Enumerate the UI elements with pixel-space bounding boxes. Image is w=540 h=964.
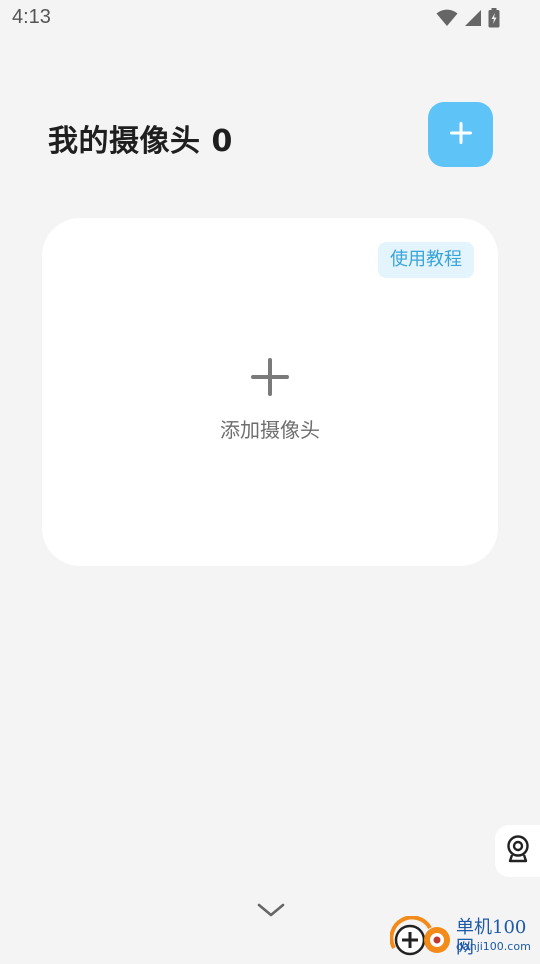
add-camera-area[interactable]: 添加摄像头 [42, 358, 498, 443]
watermark-logo: 单机100网 danji100.com [389, 915, 540, 960]
plus-icon [449, 121, 472, 148]
cellular-signal-icon [464, 9, 482, 27]
status-time: 4:13 [12, 6, 51, 28]
battery-charging-icon [488, 8, 500, 28]
status-icons [436, 8, 500, 28]
wifi-icon [436, 9, 458, 27]
tutorial-button[interactable]: 使用教程 [378, 242, 474, 278]
camera-icon [505, 835, 531, 867]
side-camera-button[interactable] [495, 825, 540, 877]
plus-icon [251, 358, 289, 400]
add-camera-button[interactable] [428, 102, 493, 167]
page-title: 我的摄像头 0 [48, 124, 233, 159]
watermark-url: danji100.com [456, 940, 531, 953]
camera-card: 使用教程 添加摄像头 [42, 218, 498, 566]
chevron-down-icon[interactable] [256, 900, 286, 920]
status-bar: 4:13 [0, 0, 540, 36]
add-camera-label: 添加摄像头 [220, 418, 320, 442]
watermark-emblem-icon [389, 915, 450, 956]
